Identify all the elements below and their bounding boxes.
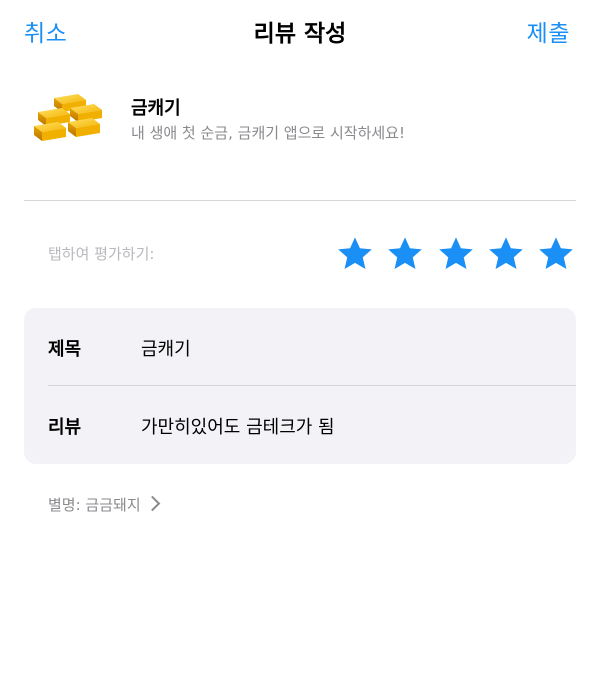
nickname-link[interactable]: 별명: 금금돼지 [48, 494, 160, 515]
app-name: 금캐기 [131, 98, 181, 119]
star-rating [336, 235, 576, 273]
title-field[interactable]: 금캐기 [141, 335, 191, 361]
star-1-icon[interactable] [336, 235, 374, 273]
nav-bar: 취소 리뷰 작성 제출 [0, 0, 600, 60]
review-row[interactable]: 리뷰 가만히있어도 금테크가 됨 [24, 386, 576, 464]
chevron-right-icon [144, 495, 160, 512]
star-2-icon[interactable] [386, 235, 424, 273]
app-info: 금캐기 내 생애 첫 순금, 금캐기 앱으로 시작하세요! [30, 88, 570, 148]
star-4-icon[interactable] [487, 235, 525, 273]
star-5-icon[interactable] [537, 235, 575, 273]
review-form: 제목 금캐기 리뷰 가만히있어도 금테크가 됨 [24, 308, 576, 464]
nickname-text: 별명: 금금돼지 [48, 496, 141, 514]
divider [24, 200, 576, 201]
app-tagline: 내 생애 첫 순금, 금캐기 앱으로 시작하세요! [131, 124, 405, 142]
title-row[interactable]: 제목 금캐기 [24, 308, 576, 386]
review-label: 리뷰 [48, 417, 82, 438]
title-label: 제목 [48, 339, 82, 360]
page-title: 리뷰 작성 [253, 21, 347, 47]
review-field[interactable]: 가만히있어도 금테크가 됨 [141, 413, 335, 439]
gold-bars-icon [30, 88, 108, 148]
submit-button[interactable]: 제출 [527, 14, 570, 48]
rating-label: 탭하여 평가하기: [48, 245, 155, 263]
star-3-icon[interactable] [437, 235, 475, 273]
